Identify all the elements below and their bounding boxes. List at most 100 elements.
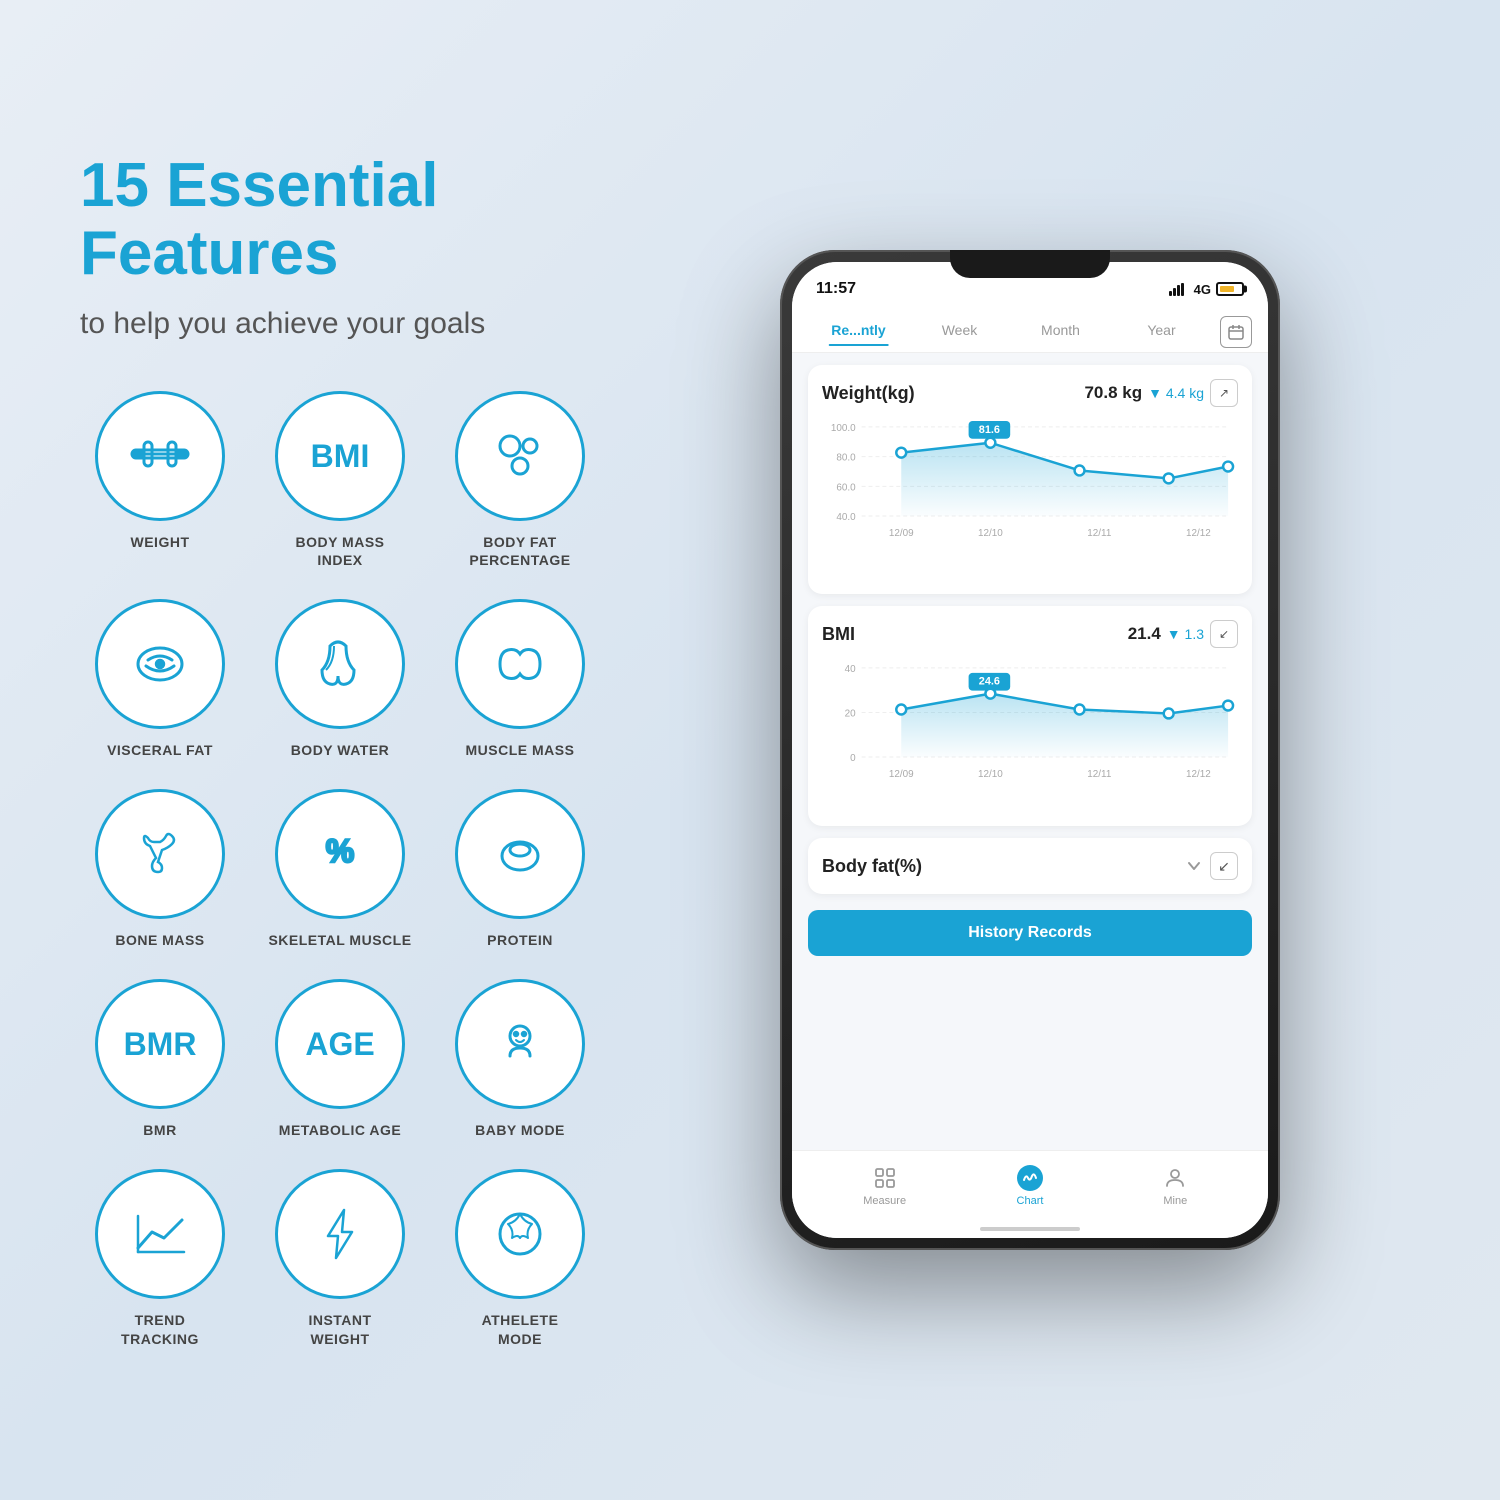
feature-bodyfat: BODY FATPERCENTAGE (440, 391, 600, 569)
svg-text:12/11: 12/11 (1087, 528, 1112, 539)
visceralfat-label: VISCERAL FAT (107, 741, 213, 759)
bmi-val-diff: ▼ 1.3 (1167, 626, 1204, 642)
weight-chart-header: Weight(kg) 70.8 kg ▼ 4.4 kg ↗ (822, 379, 1238, 407)
athelete-label: ATHELETEMODE (482, 1311, 559, 1347)
weight-chart-value: 70.8 kg ▼ 4.4 kg ↗ (1084, 379, 1238, 407)
weight-chart-card: Weight(kg) 70.8 kg ▼ 4.4 kg ↗ (808, 365, 1252, 594)
instant-label: INSTANTWEIGHT (308, 1311, 371, 1347)
nav-measure[interactable]: Measure (812, 1165, 957, 1207)
babymode-label: BABY MODE (475, 1121, 565, 1139)
bodyfat-card-title: Body fat(%) (822, 856, 922, 877)
chart-active-indicator (1017, 1165, 1043, 1191)
instant-circle (275, 1169, 405, 1299)
feature-babymode: BABY MODE (440, 979, 600, 1139)
bmi-chart-title: BMI (822, 624, 855, 645)
weight-chart-svg-wrap: 100.0 80.0 60.0 40.0 81.6 (822, 417, 1238, 580)
bmi-chart-value: 21.4 ▼ 1.3 ↙ (1128, 620, 1238, 648)
svg-text:12/10: 12/10 (978, 528, 1003, 539)
bmi-val-main: 21.4 (1128, 624, 1161, 644)
svg-text:24.6: 24.6 (979, 676, 1000, 688)
svg-text:12/09: 12/09 (889, 769, 914, 780)
skeletal-circle: % (275, 789, 405, 919)
bodywater-circle (275, 599, 405, 729)
svg-text:60.0: 60.0 (836, 482, 856, 493)
bodyfat-controls: ↙ (1186, 852, 1238, 880)
chart-nav-icon (1017, 1165, 1043, 1191)
tab-month[interactable]: Month (1010, 322, 1111, 346)
phone-screen: 11:57 4G Re...ntly Week Month (792, 262, 1268, 1238)
features-grid: WEIGHT BMI BODY MASSINDEX BODY FATPERCEN… (80, 391, 640, 1348)
measure-label: Measure (863, 1195, 906, 1207)
weight-expand-btn[interactable]: ↗ (1210, 379, 1238, 407)
babymode-circle (455, 979, 585, 1109)
app-scroll-content: Weight(kg) 70.8 kg ▼ 4.4 kg ↗ (792, 353, 1268, 1150)
bodywater-label: BODY WATER (291, 741, 390, 759)
trend-label: TRENDTRACKING (121, 1311, 199, 1347)
bodyfat-expand-btn[interactable]: ↙ (1210, 852, 1238, 880)
person-icon (1162, 1165, 1188, 1191)
status-icons: 4G (1169, 282, 1244, 297)
measure-icon (872, 1165, 898, 1191)
bmi-chart-svg: 40 20 0 24.6 (822, 658, 1238, 807)
tab-year-label: Year (1147, 322, 1175, 338)
grid-icon (873, 1166, 897, 1190)
person-nav-icon (1163, 1166, 1187, 1190)
weight-val-diff: ▼ 4.4 kg (1148, 385, 1204, 401)
feature-bonemass: BONE MASS (80, 789, 240, 949)
app-tabs: Re...ntly Week Month Year (792, 310, 1268, 353)
bodyfat-dropdown-icon (1186, 858, 1202, 874)
svg-text:40: 40 (845, 664, 857, 675)
feature-skeletal: % SKELETAL MUSCLE (260, 789, 420, 949)
bodyfat-label: BODY FATPERCENTAGE (469, 533, 570, 569)
tab-week-label: Week (942, 322, 978, 338)
bmi-expand-btn[interactable]: ↙ (1210, 620, 1238, 648)
signal-icon (1169, 282, 1187, 296)
trend-circle (95, 1169, 225, 1299)
skeletal-label: SKELETAL MUSCLE (268, 931, 411, 949)
history-records-button[interactable]: History Records (808, 910, 1252, 956)
feature-weight: WEIGHT (80, 391, 240, 569)
protein-label: PROTEIN (487, 931, 553, 949)
feature-athelete: ATHELETEMODE (440, 1169, 600, 1347)
bmi-chart-svg-wrap: 40 20 0 24.6 (822, 658, 1238, 812)
bmi-text: BMI (311, 440, 370, 472)
tab-week[interactable]: Week (909, 322, 1010, 346)
feature-metabolicage: AGE METABOLIC AGE (260, 979, 420, 1139)
bmi-chart-card: BMI 21.4 ▼ 1.3 ↙ (808, 606, 1252, 826)
right-panel: 11:57 4G Re...ntly Week Month (640, 250, 1420, 1250)
left-panel: 15 Essential Features to help you achiev… (80, 152, 640, 1348)
svg-text:81.6: 81.6 (979, 424, 1000, 436)
bonemass-circle (95, 789, 225, 919)
visceralfat-circle (95, 599, 225, 729)
status-time: 11:57 (816, 280, 856, 298)
bodyfat-card-collapsed: Body fat(%) ↙ (808, 838, 1252, 894)
metabolicage-circle: AGE (275, 979, 405, 1109)
svg-text:12/09: 12/09 (889, 528, 914, 539)
phone-notch (950, 250, 1110, 278)
subtitle: to help you achieve your goals (80, 307, 640, 341)
battery-fill (1220, 286, 1234, 292)
calendar-icon (1228, 324, 1244, 340)
bmi-circle: BMI (275, 391, 405, 521)
mine-label: Mine (1163, 1195, 1187, 1207)
nav-chart[interactable]: Chart (957, 1165, 1102, 1207)
bmr-circle: BMR (95, 979, 225, 1109)
feature-bmi: BMI BODY MASSINDEX (260, 391, 420, 569)
bmr-label: BMR (143, 1121, 176, 1139)
feature-bmr: BMR BMR (80, 979, 240, 1139)
home-bar (980, 1227, 1080, 1231)
tab-recently[interactable]: Re...ntly (808, 322, 909, 346)
bmr-text: BMR (124, 1028, 197, 1060)
feature-bodywater: BODY WATER (260, 599, 420, 759)
svg-text:0: 0 (850, 753, 856, 764)
battery-icon (1216, 282, 1244, 296)
weight-chart-title: Weight(kg) (822, 383, 915, 404)
calendar-button[interactable] (1220, 316, 1252, 348)
bmi-label: BODY MASSINDEX (295, 533, 384, 569)
tab-year[interactable]: Year (1111, 322, 1212, 346)
nav-mine[interactable]: Mine (1103, 1165, 1248, 1207)
svg-text:12/12: 12/12 (1186, 769, 1211, 780)
bottom-nav: Measure Chart Mine (792, 1150, 1268, 1220)
svg-text:%: % (326, 833, 354, 869)
svg-text:20: 20 (845, 709, 857, 720)
